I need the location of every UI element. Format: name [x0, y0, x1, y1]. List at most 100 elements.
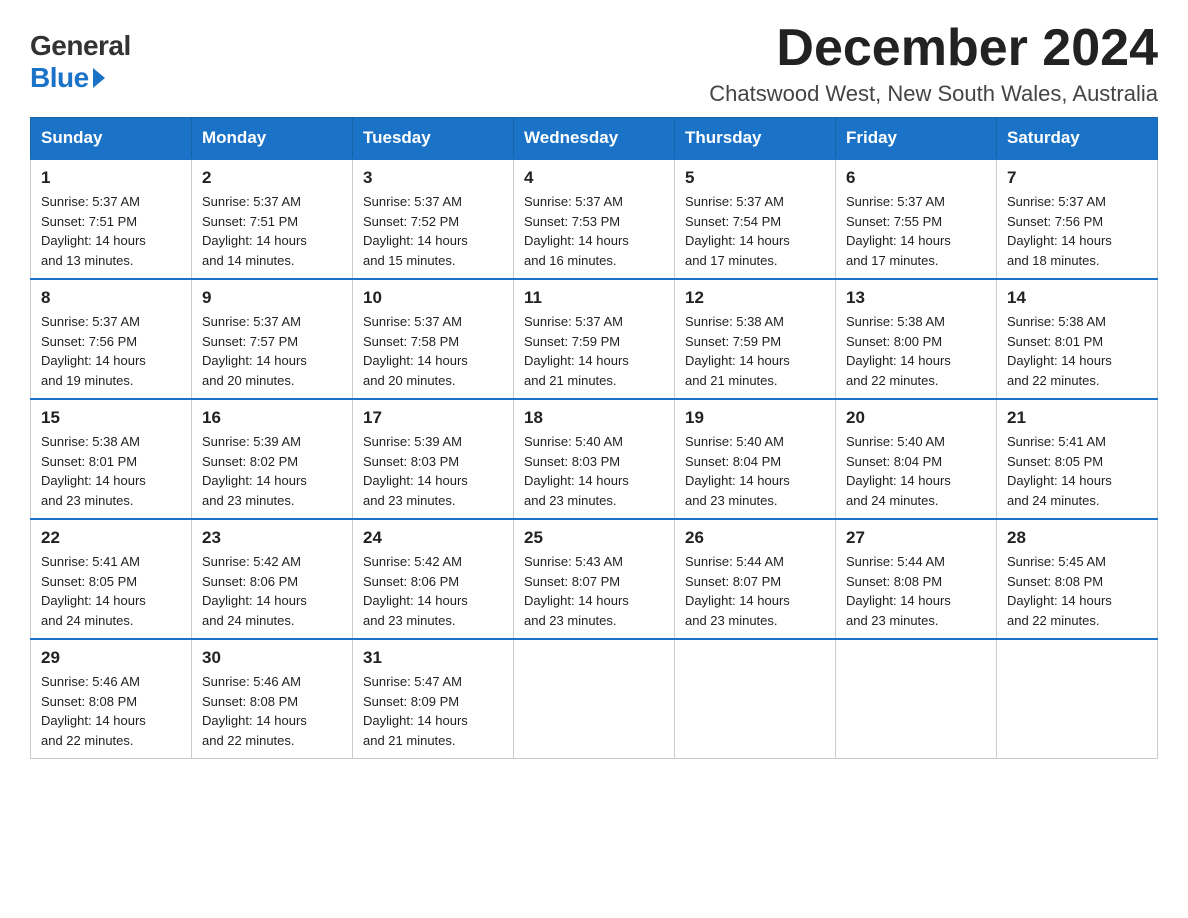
day-number: 31	[363, 648, 503, 668]
day-info: Sunrise: 5:39 AMSunset: 8:03 PMDaylight:…	[363, 434, 468, 508]
calendar-week-row: 8 Sunrise: 5:37 AMSunset: 7:56 PMDayligh…	[31, 279, 1158, 399]
day-info: Sunrise: 5:37 AMSunset: 7:55 PMDaylight:…	[846, 194, 951, 268]
calendar-cell: 4 Sunrise: 5:37 AMSunset: 7:53 PMDayligh…	[514, 159, 675, 279]
calendar-cell: 14 Sunrise: 5:38 AMSunset: 8:01 PMDaylig…	[997, 279, 1158, 399]
calendar-cell: 28 Sunrise: 5:45 AMSunset: 8:08 PMDaylig…	[997, 519, 1158, 639]
day-info: Sunrise: 5:37 AMSunset: 7:58 PMDaylight:…	[363, 314, 468, 388]
day-info: Sunrise: 5:38 AMSunset: 8:00 PMDaylight:…	[846, 314, 951, 388]
day-info: Sunrise: 5:40 AMSunset: 8:04 PMDaylight:…	[685, 434, 790, 508]
weekday-header-saturday: Saturday	[997, 118, 1158, 160]
logo-blue-text: Blue	[30, 62, 105, 94]
day-number: 28	[1007, 528, 1147, 548]
day-number: 3	[363, 168, 503, 188]
day-info: Sunrise: 5:37 AMSunset: 7:52 PMDaylight:…	[363, 194, 468, 268]
month-year-title: December 2024	[709, 20, 1158, 77]
day-number: 14	[1007, 288, 1147, 308]
day-number: 20	[846, 408, 986, 428]
calendar-cell: 29 Sunrise: 5:46 AMSunset: 8:08 PMDaylig…	[31, 639, 192, 759]
calendar-cell: 17 Sunrise: 5:39 AMSunset: 8:03 PMDaylig…	[353, 399, 514, 519]
day-number: 17	[363, 408, 503, 428]
calendar-cell: 11 Sunrise: 5:37 AMSunset: 7:59 PMDaylig…	[514, 279, 675, 399]
calendar-cell: 3 Sunrise: 5:37 AMSunset: 7:52 PMDayligh…	[353, 159, 514, 279]
day-number: 16	[202, 408, 342, 428]
calendar-cell	[836, 639, 997, 759]
calendar-cell: 25 Sunrise: 5:43 AMSunset: 8:07 PMDaylig…	[514, 519, 675, 639]
day-number: 11	[524, 288, 664, 308]
day-number: 1	[41, 168, 181, 188]
logo: General Blue	[30, 20, 131, 94]
calendar-cell: 1 Sunrise: 5:37 AMSunset: 7:51 PMDayligh…	[31, 159, 192, 279]
calendar-cell	[675, 639, 836, 759]
day-number: 5	[685, 168, 825, 188]
day-number: 4	[524, 168, 664, 188]
calendar-cell: 24 Sunrise: 5:42 AMSunset: 8:06 PMDaylig…	[353, 519, 514, 639]
day-number: 8	[41, 288, 181, 308]
calendar-cell: 18 Sunrise: 5:40 AMSunset: 8:03 PMDaylig…	[514, 399, 675, 519]
day-number: 12	[685, 288, 825, 308]
day-number: 15	[41, 408, 181, 428]
day-info: Sunrise: 5:38 AMSunset: 7:59 PMDaylight:…	[685, 314, 790, 388]
day-info: Sunrise: 5:37 AMSunset: 7:59 PMDaylight:…	[524, 314, 629, 388]
day-info: Sunrise: 5:38 AMSunset: 8:01 PMDaylight:…	[1007, 314, 1112, 388]
weekday-header-sunday: Sunday	[31, 118, 192, 160]
calendar-cell: 20 Sunrise: 5:40 AMSunset: 8:04 PMDaylig…	[836, 399, 997, 519]
calendar-cell: 6 Sunrise: 5:37 AMSunset: 7:55 PMDayligh…	[836, 159, 997, 279]
day-number: 9	[202, 288, 342, 308]
calendar-cell: 23 Sunrise: 5:42 AMSunset: 8:06 PMDaylig…	[192, 519, 353, 639]
calendar-cell: 9 Sunrise: 5:37 AMSunset: 7:57 PMDayligh…	[192, 279, 353, 399]
weekday-header-tuesday: Tuesday	[353, 118, 514, 160]
calendar-cell: 13 Sunrise: 5:38 AMSunset: 8:00 PMDaylig…	[836, 279, 997, 399]
day-info: Sunrise: 5:37 AMSunset: 7:56 PMDaylight:…	[1007, 194, 1112, 268]
calendar-cell: 5 Sunrise: 5:37 AMSunset: 7:54 PMDayligh…	[675, 159, 836, 279]
calendar-week-row: 1 Sunrise: 5:37 AMSunset: 7:51 PMDayligh…	[31, 159, 1158, 279]
day-number: 29	[41, 648, 181, 668]
day-info: Sunrise: 5:41 AMSunset: 8:05 PMDaylight:…	[1007, 434, 1112, 508]
weekday-header-monday: Monday	[192, 118, 353, 160]
calendar-cell: 31 Sunrise: 5:47 AMSunset: 8:09 PMDaylig…	[353, 639, 514, 759]
calendar-cell: 22 Sunrise: 5:41 AMSunset: 8:05 PMDaylig…	[31, 519, 192, 639]
day-info: Sunrise: 5:42 AMSunset: 8:06 PMDaylight:…	[363, 554, 468, 628]
title-area: December 2024 Chatswood West, New South …	[709, 20, 1158, 107]
day-info: Sunrise: 5:46 AMSunset: 8:08 PMDaylight:…	[202, 674, 307, 748]
day-info: Sunrise: 5:37 AMSunset: 7:56 PMDaylight:…	[41, 314, 146, 388]
day-info: Sunrise: 5:40 AMSunset: 8:04 PMDaylight:…	[846, 434, 951, 508]
location-subtitle: Chatswood West, New South Wales, Austral…	[709, 81, 1158, 107]
weekday-header-wednesday: Wednesday	[514, 118, 675, 160]
day-number: 10	[363, 288, 503, 308]
calendar-cell: 7 Sunrise: 5:37 AMSunset: 7:56 PMDayligh…	[997, 159, 1158, 279]
day-number: 24	[363, 528, 503, 548]
weekday-header-thursday: Thursday	[675, 118, 836, 160]
logo-general-text: General	[30, 30, 131, 62]
day-info: Sunrise: 5:45 AMSunset: 8:08 PMDaylight:…	[1007, 554, 1112, 628]
day-info: Sunrise: 5:47 AMSunset: 8:09 PMDaylight:…	[363, 674, 468, 748]
weekday-header-friday: Friday	[836, 118, 997, 160]
calendar-cell: 16 Sunrise: 5:39 AMSunset: 8:02 PMDaylig…	[192, 399, 353, 519]
calendar-cell: 10 Sunrise: 5:37 AMSunset: 7:58 PMDaylig…	[353, 279, 514, 399]
calendar-cell: 19 Sunrise: 5:40 AMSunset: 8:04 PMDaylig…	[675, 399, 836, 519]
calendar-week-row: 29 Sunrise: 5:46 AMSunset: 8:08 PMDaylig…	[31, 639, 1158, 759]
calendar-table: SundayMondayTuesdayWednesdayThursdayFrid…	[30, 117, 1158, 759]
day-info: Sunrise: 5:44 AMSunset: 8:08 PMDaylight:…	[846, 554, 951, 628]
day-info: Sunrise: 5:38 AMSunset: 8:01 PMDaylight:…	[41, 434, 146, 508]
page-header: General Blue December 2024 Chatswood Wes…	[30, 20, 1158, 107]
day-number: 21	[1007, 408, 1147, 428]
calendar-week-row: 22 Sunrise: 5:41 AMSunset: 8:05 PMDaylig…	[31, 519, 1158, 639]
day-info: Sunrise: 5:39 AMSunset: 8:02 PMDaylight:…	[202, 434, 307, 508]
day-info: Sunrise: 5:43 AMSunset: 8:07 PMDaylight:…	[524, 554, 629, 628]
day-info: Sunrise: 5:46 AMSunset: 8:08 PMDaylight:…	[41, 674, 146, 748]
calendar-cell: 26 Sunrise: 5:44 AMSunset: 8:07 PMDaylig…	[675, 519, 836, 639]
day-number: 26	[685, 528, 825, 548]
calendar-cell: 8 Sunrise: 5:37 AMSunset: 7:56 PMDayligh…	[31, 279, 192, 399]
calendar-cell: 12 Sunrise: 5:38 AMSunset: 7:59 PMDaylig…	[675, 279, 836, 399]
day-number: 7	[1007, 168, 1147, 188]
day-number: 27	[846, 528, 986, 548]
day-number: 18	[524, 408, 664, 428]
day-number: 19	[685, 408, 825, 428]
day-number: 22	[41, 528, 181, 548]
calendar-cell: 15 Sunrise: 5:38 AMSunset: 8:01 PMDaylig…	[31, 399, 192, 519]
calendar-cell: 2 Sunrise: 5:37 AMSunset: 7:51 PMDayligh…	[192, 159, 353, 279]
day-number: 6	[846, 168, 986, 188]
day-info: Sunrise: 5:40 AMSunset: 8:03 PMDaylight:…	[524, 434, 629, 508]
day-info: Sunrise: 5:44 AMSunset: 8:07 PMDaylight:…	[685, 554, 790, 628]
day-number: 25	[524, 528, 664, 548]
